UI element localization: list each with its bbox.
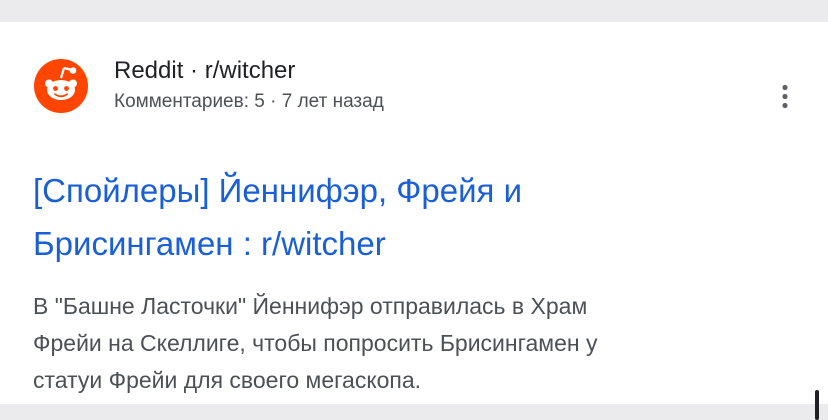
source-name[interactable]: Reddit · r/witcher — [114, 56, 295, 86]
result-snippet: В "Башне Ласточки" Йеннифэр отправилась … — [33, 288, 773, 399]
result-source-row[interactable]: Reddit · r/witcher Комментариев: 5 · 7 л… — [34, 56, 794, 116]
snippet-line: статуи Фрейи для своего мегаскопа. — [33, 367, 422, 393]
scrollbar-thumb[interactable] — [815, 390, 819, 420]
result-title-line[interactable]: Брисингамен : r/witcher — [33, 217, 733, 270]
snippet-line: Фрейи на Скеллиге, чтобы попросить Бриси… — [33, 330, 598, 356]
source-meta: Комментариев: 5 · 7 лет назад — [114, 91, 384, 112]
reddit-icon — [34, 59, 88, 113]
result-title-line[interactable]: [Спойлеры] Йеннифэр, Фрейя и — [33, 164, 733, 217]
snippet-line: В "Башне Ласточки" Йеннифэр отправилась … — [33, 293, 588, 319]
more-vert-icon — [772, 84, 798, 110]
search-result-card: Reddit · r/witcher Комментариев: 5 · 7 л… — [0, 22, 828, 404]
result-title-link[interactable]: [Спойлеры] Йеннифэр, Фрейя и Брисингамен… — [33, 164, 733, 270]
more-options-button[interactable] — [772, 78, 798, 118]
